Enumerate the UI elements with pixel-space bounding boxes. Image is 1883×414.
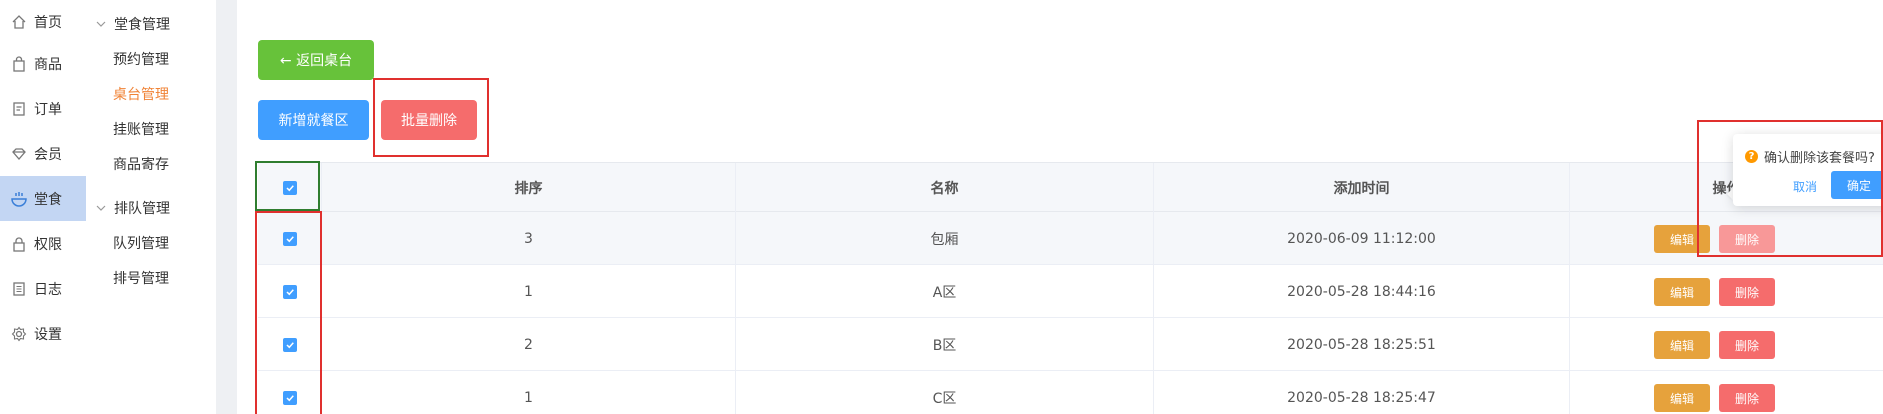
nav-label: 会员 (34, 146, 62, 163)
shopping-bag-icon (10, 55, 28, 73)
submenu-item-tables[interactable]: 桌台管理 (113, 84, 169, 104)
confirm-message: 确认删除该套餐吗? (1764, 151, 1875, 166)
cell-time: 2020-06-09 11:12:00 (1154, 212, 1570, 265)
row-checkbox[interactable] (282, 337, 297, 352)
nav-item-goods[interactable]: 商品 (0, 41, 86, 86)
row-select-cell (258, 265, 322, 318)
delete-confirm-popover: ? 确认删除该套餐吗? 取消 确定 (1733, 134, 1883, 206)
check-icon (285, 185, 294, 192)
dining-icon (10, 190, 28, 208)
cancel-button[interactable]: 取消 (1793, 178, 1817, 195)
cell-time: 2020-05-28 18:25:51 (1154, 318, 1570, 371)
cell-time: 2020-05-28 18:25:47 (1154, 371, 1570, 414)
delete-button[interactable]: 删除 (1719, 331, 1775, 359)
lock-icon (10, 235, 28, 253)
table-row: 2 B区 2020-05-28 18:25:51 编辑 删除 (258, 318, 1883, 371)
check-icon (285, 341, 294, 348)
content-gutter (216, 0, 237, 414)
nav-item-home[interactable]: 首页 (0, 0, 86, 44)
submenu-item-storage[interactable]: 商品寄存 (113, 154, 169, 174)
delete-button[interactable]: 删除 (1719, 278, 1775, 306)
home-icon (10, 13, 28, 31)
submenu-item-numbering[interactable]: 排号管理 (113, 268, 169, 288)
gear-icon (10, 325, 28, 343)
column-header-time[interactable]: 添加时间 (1154, 163, 1570, 213)
edit-button[interactable]: 编辑 (1654, 384, 1710, 412)
edit-button[interactable]: 编辑 (1654, 331, 1710, 359)
nav-label: 日志 (34, 281, 62, 298)
document-icon (10, 100, 28, 118)
column-header-name[interactable]: 名称 (736, 163, 1154, 213)
cell-order: 2 (322, 318, 736, 371)
row-select-cell (258, 371, 322, 414)
nav-item-permissions[interactable]: 权限 (0, 221, 86, 266)
select-all-checkbox[interactable] (282, 181, 297, 195)
cell-order: 1 (322, 265, 736, 318)
nav-item-settings[interactable]: 设置 (0, 311, 86, 356)
nav-label: 首页 (34, 14, 62, 31)
submenu-group-dining[interactable]: 堂食管理 (96, 14, 170, 34)
question-icon: ? (1745, 150, 1758, 163)
nav-item-orders[interactable]: 订单 (0, 86, 86, 131)
nav-label: 权限 (34, 236, 62, 253)
cell-name: C区 (736, 371, 1154, 414)
edit-button[interactable]: 编辑 (1654, 278, 1710, 306)
submenu-item-credit[interactable]: 挂账管理 (113, 119, 169, 139)
cell-time: 2020-05-28 18:44:16 (1154, 265, 1570, 318)
batch-delete-button[interactable]: 批量删除 (381, 100, 477, 140)
table-row: 1 C区 2020-05-28 18:25:47 编辑 删除 (258, 371, 1883, 414)
back-to-tables-button[interactable]: ← 返回桌台 (258, 40, 374, 80)
main-nav: 首页 商品 订单 会员 堂食 权限 日志 设置 (0, 0, 86, 414)
table-row: 1 A区 2020-05-28 18:44:16 编辑 删除 (258, 265, 1883, 318)
dining-area-table: 排序 名称 添加时间 操作 3 包厢 2020-06-09 11:12:00 编… (258, 162, 1883, 414)
submenu-item-reservation[interactable]: 预约管理 (113, 49, 169, 69)
cell-order: 3 (322, 212, 736, 265)
submenu-item-queue-list[interactable]: 队列管理 (113, 233, 169, 253)
row-select-cell (258, 318, 322, 371)
diamond-icon (10, 145, 28, 163)
check-icon (285, 394, 294, 401)
add-dining-area-button[interactable]: 新增就餐区 (258, 100, 369, 140)
chevron-down-icon (96, 203, 106, 213)
log-icon (10, 280, 28, 298)
sub-menu: 堂食管理 预约管理 桌台管理 挂账管理 商品寄存 排队管理 队列管理 排号管理 (86, 0, 216, 414)
confirm-button[interactable]: 确定 (1831, 171, 1883, 199)
nav-item-dining[interactable]: 堂食 (0, 176, 86, 221)
nav-label: 设置 (34, 326, 62, 343)
submenu-group-queue[interactable]: 排队管理 (96, 198, 170, 218)
nav-item-members[interactable]: 会员 (0, 131, 86, 176)
chevron-down-icon (96, 19, 106, 29)
cell-name: B区 (736, 318, 1154, 371)
submenu-group-title: 堂食管理 (114, 17, 170, 33)
cell-name: A区 (736, 265, 1154, 318)
table-header: 排序 名称 添加时间 操作 (258, 162, 1883, 213)
table-row: 3 包厢 2020-06-09 11:12:00 编辑 删除 (258, 212, 1883, 265)
delete-button[interactable]: 删除 (1719, 384, 1775, 412)
nav-label: 订单 (34, 101, 62, 118)
nav-label: 堂食 (34, 191, 62, 208)
submenu-group-title: 排队管理 (114, 201, 170, 217)
row-checkbox[interactable] (282, 284, 297, 299)
column-header-order[interactable]: 排序 (322, 163, 736, 213)
select-all-cell (258, 163, 322, 213)
check-icon (285, 288, 294, 295)
nav-label: 商品 (34, 56, 62, 73)
nav-item-logs[interactable]: 日志 (0, 266, 86, 311)
row-checkbox[interactable] (282, 390, 297, 405)
row-select-cell (258, 212, 322, 265)
delete-button[interactable]: 删除 (1719, 225, 1775, 253)
edit-button[interactable]: 编辑 (1654, 225, 1710, 253)
check-icon (285, 235, 294, 242)
cell-order: 1 (322, 371, 736, 414)
row-checkbox[interactable] (282, 231, 297, 246)
cell-name: 包厢 (736, 212, 1154, 265)
